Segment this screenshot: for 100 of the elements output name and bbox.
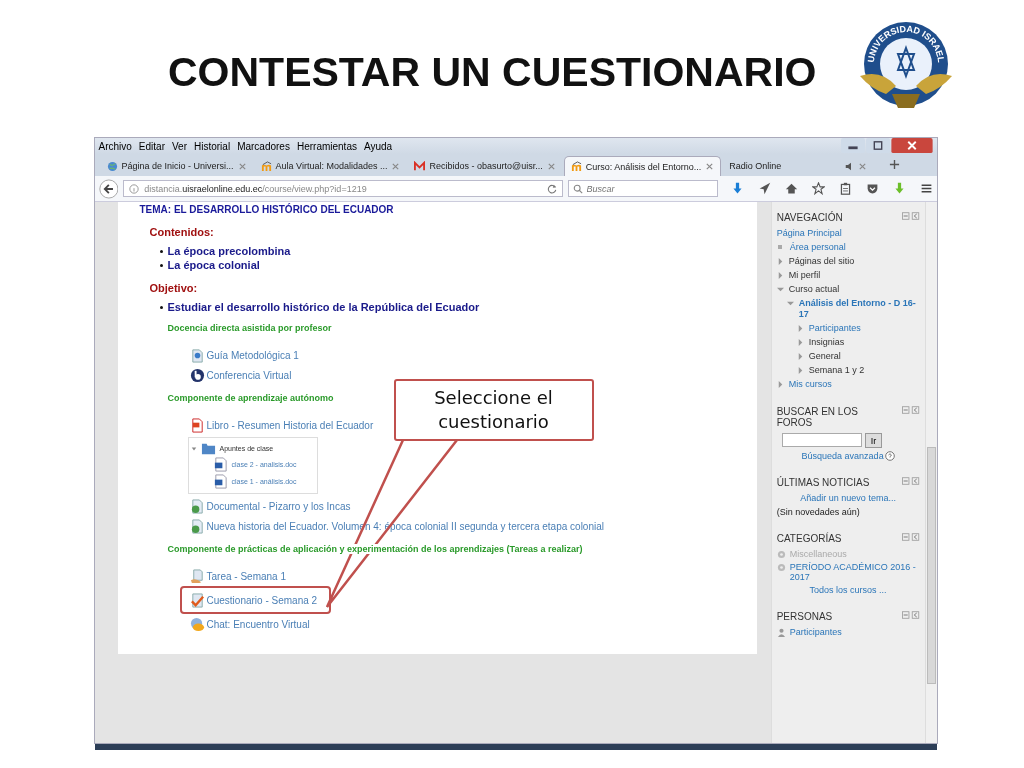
add-topic-link[interactable]: Añadir un nuevo tema... bbox=[800, 493, 896, 503]
block-title: PERSONAS bbox=[776, 611, 834, 622]
pocket-icon[interactable] bbox=[865, 182, 879, 195]
maximize-button[interactable] bbox=[865, 138, 890, 153]
nav-item[interactable]: Análisis del Entorno - D 16-17 bbox=[798, 298, 920, 320]
expand-icon[interactable] bbox=[796, 339, 804, 346]
address-bar[interactable]: distancia.uisraelonline.edu.ec/course/view.php?id=1219 bbox=[123, 180, 563, 197]
document-icon bbox=[189, 498, 205, 514]
assignment-icon bbox=[189, 568, 205, 584]
expand-icon[interactable] bbox=[776, 272, 784, 279]
scroll-thumb[interactable] bbox=[926, 447, 936, 684]
browser-tab[interactable]: Recibidos - obasurto@uisr... bbox=[408, 156, 562, 176]
nav-item[interactable]: Área personal bbox=[789, 242, 846, 253]
content-heading: Contenidos: bbox=[149, 226, 215, 238]
browser-tab[interactable]: Curso: Análisis del Entorno... bbox=[563, 156, 722, 176]
block-controls-icon[interactable] bbox=[901, 406, 920, 414]
block-controls-icon[interactable] bbox=[901, 611, 920, 619]
activity-link[interactable]: Tarea - Semana 1 bbox=[206, 570, 286, 582]
close-icon[interactable] bbox=[705, 162, 715, 171]
minimize-button[interactable] bbox=[840, 138, 865, 153]
block-controls-icon[interactable] bbox=[901, 477, 920, 485]
close-button[interactable] bbox=[890, 138, 933, 153]
section-label: Componente de aprendizaje autónomo bbox=[167, 393, 334, 403]
activity-link[interactable]: Cuestionario - Semana 2 bbox=[206, 594, 318, 606]
activity-link[interactable]: Guía Metodológica 1 bbox=[206, 349, 299, 361]
slide-title: CONTESTAR UN CUESTIONARIO bbox=[168, 48, 817, 96]
all-courses-link[interactable]: Todos los cursos ... bbox=[809, 585, 887, 595]
menu-item[interactable]: Historial bbox=[194, 140, 231, 152]
content-bullet: La época precolombina bbox=[167, 244, 291, 258]
folder-icon bbox=[200, 441, 216, 456]
close-icon[interactable] bbox=[546, 161, 556, 171]
search-icon bbox=[572, 184, 583, 194]
expand-icon[interactable] bbox=[776, 381, 784, 388]
activity-link[interactable]: Libro - Resumen Historia del Ecuador bbox=[206, 419, 374, 431]
participants-link[interactable]: Participantes bbox=[789, 627, 842, 637]
menu-item[interactable]: Archivo bbox=[98, 140, 132, 152]
advanced-search-link[interactable]: Búsqueda avanzada bbox=[801, 451, 884, 461]
expand-icon[interactable] bbox=[190, 445, 197, 452]
document-icon bbox=[189, 347, 205, 363]
word-file-icon bbox=[212, 457, 228, 472]
chat-icon bbox=[189, 616, 205, 632]
mail-icon bbox=[414, 160, 426, 172]
close-icon[interactable] bbox=[858, 161, 868, 171]
close-icon[interactable] bbox=[237, 161, 247, 171]
news-text: (Sin novedades aún) bbox=[776, 507, 861, 517]
block-title: ÚLTIMAS NOTICIAS bbox=[776, 477, 871, 488]
expand-icon[interactable] bbox=[786, 300, 794, 307]
document-icon bbox=[189, 518, 205, 534]
send-icon[interactable] bbox=[757, 182, 771, 195]
bullet-icon bbox=[159, 263, 163, 267]
block-title: BUSCAR EN LOS FOROS bbox=[776, 406, 859, 428]
go-button[interactable]: Ir bbox=[864, 433, 883, 448]
home-icon[interactable] bbox=[784, 182, 798, 195]
nav-item[interactable]: Página Principal bbox=[776, 228, 842, 239]
callout-box: Seleccione el cuestionario bbox=[393, 379, 594, 441]
expand-icon[interactable] bbox=[796, 353, 804, 360]
activity-link[interactable]: Conferencia Virtual bbox=[206, 369, 292, 381]
block-controls-icon[interactable] bbox=[901, 212, 920, 220]
nav-item[interactable]: Mis cursos bbox=[788, 379, 832, 390]
word-file-icon bbox=[212, 474, 228, 489]
content-bullet: Estudiar el desarrollo histórico de la República del Ecuador bbox=[167, 300, 480, 314]
menu-item[interactable]: Ayuda bbox=[363, 140, 393, 152]
activity-link[interactable]: Chat: Encuentro Virtual bbox=[206, 618, 310, 630]
menu-item[interactable]: Herramientas bbox=[296, 140, 357, 152]
browser-tab[interactable]: Aula Virtual: Modalidades ... bbox=[254, 156, 407, 176]
back-button[interactable] bbox=[98, 178, 119, 199]
conference-icon bbox=[189, 367, 205, 383]
clipboard-icon[interactable] bbox=[838, 182, 852, 195]
block-title: NAVEGACIÓN bbox=[776, 212, 844, 223]
globe-icon bbox=[106, 160, 118, 172]
content-heading: Objetivo: bbox=[149, 282, 199, 294]
category-link[interactable]: PERÍODO ACADÉMICO 2016 - 2017 bbox=[789, 562, 920, 582]
user-icon bbox=[776, 628, 786, 637]
topic-heading: TEMA: EL DESARROLLO HISTÓRICO DEL ECUADOR bbox=[139, 204, 394, 216]
info-icon bbox=[129, 183, 140, 194]
nav-item[interactable]: Participantes bbox=[808, 323, 861, 334]
help-icon[interactable] bbox=[884, 451, 895, 461]
pdf-icon bbox=[189, 417, 205, 433]
search-field[interactable]: Buscar bbox=[567, 180, 718, 197]
menu-item[interactable]: Marcadores bbox=[237, 140, 290, 152]
bookmark-star-icon[interactable] bbox=[811, 182, 825, 195]
block-controls-icon[interactable] bbox=[901, 533, 920, 541]
moodle-icon bbox=[260, 160, 272, 172]
bullet-icon bbox=[777, 245, 782, 249]
expand-icon[interactable] bbox=[796, 367, 804, 374]
expand-icon[interactable] bbox=[796, 325, 804, 332]
moodle-icon bbox=[570, 161, 582, 172]
activity-link[interactable]: Documental - Pizarro y los Incas bbox=[206, 500, 351, 512]
browser-tab[interactable]: Radio Online bbox=[723, 156, 874, 176]
section-label: Docencia directa asistida por profesor bbox=[167, 323, 332, 333]
close-icon[interactable] bbox=[391, 161, 401, 171]
forum-search-field[interactable] bbox=[781, 433, 862, 447]
menu-item[interactable]: Editar bbox=[138, 140, 165, 152]
browser-tab[interactable]: Página de Inicio - Universi... bbox=[100, 156, 253, 176]
reload-icon[interactable] bbox=[546, 183, 557, 194]
expand-icon[interactable] bbox=[776, 286, 784, 293]
menu-icon[interactable] bbox=[919, 182, 933, 195]
new-tab-icon[interactable] bbox=[889, 159, 901, 170]
menu-item[interactable]: Ver bbox=[172, 140, 187, 152]
expand-icon[interactable] bbox=[776, 258, 784, 265]
